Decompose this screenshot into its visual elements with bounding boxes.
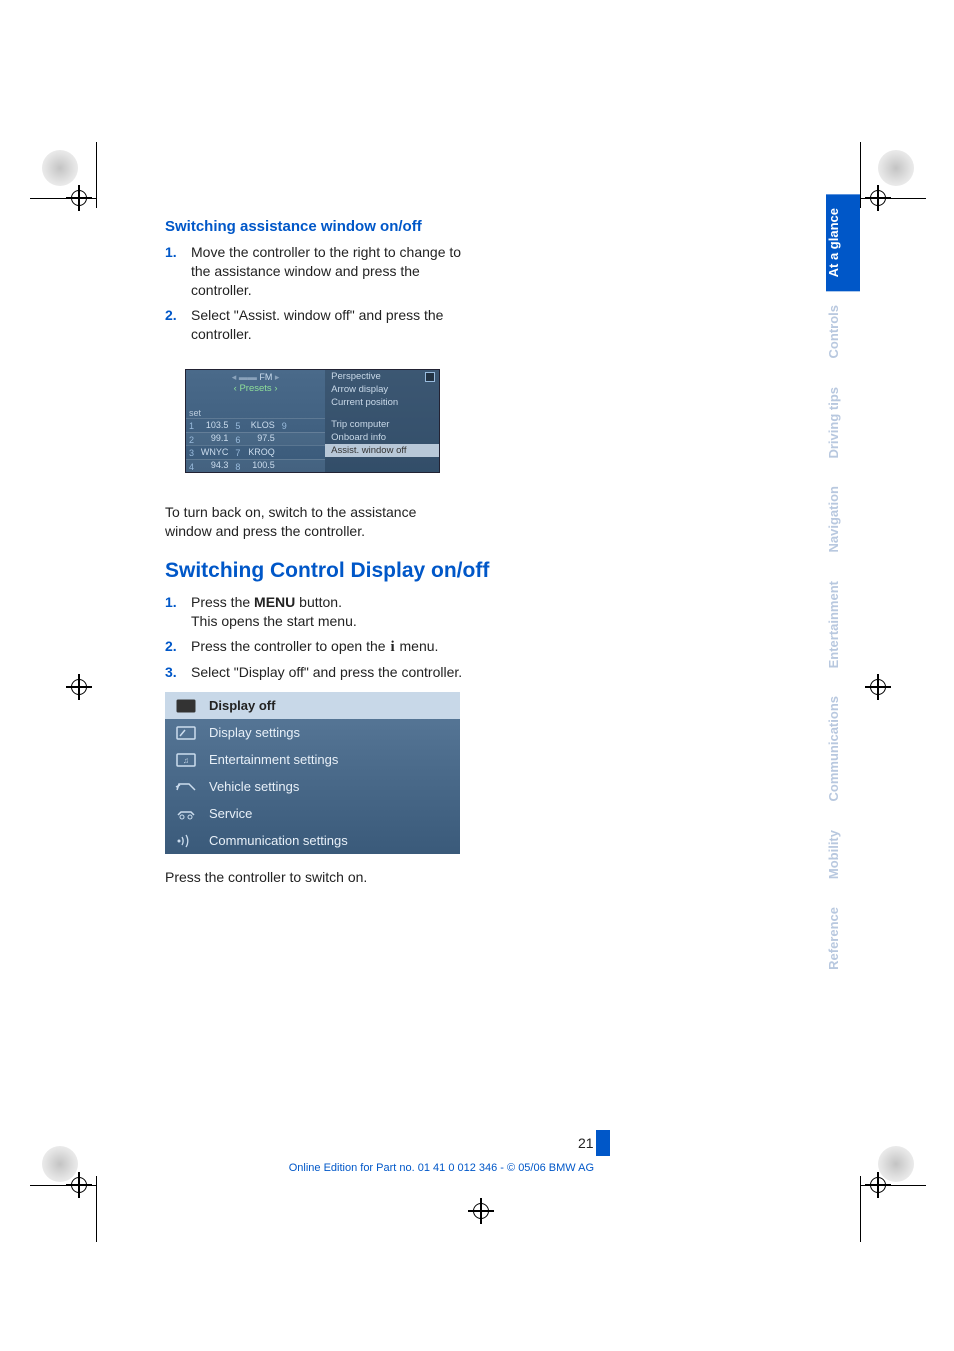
display-steps: Press the MENU button. This opens the st… xyxy=(165,593,465,682)
tab-mobility[interactable]: Mobility xyxy=(826,816,860,893)
display-note: Press the controller to switch on. xyxy=(165,868,465,887)
display-off-icon xyxy=(175,698,197,714)
assist-window-screenshot: ◂ ▬▬ FM ▸ ‹ Presets › set Perspective Ar… xyxy=(165,353,460,489)
info-i-icon: i xyxy=(390,637,394,657)
page-content: Switching assistance window on/off Move … xyxy=(165,218,625,899)
service-icon xyxy=(175,806,197,822)
tab-entertainment[interactable]: Entertainment xyxy=(826,567,860,682)
heading-control-display: Switching Control Display on/off xyxy=(165,559,625,583)
display-step-3: Select "Display off" and press the contr… xyxy=(165,663,465,682)
page-number: 21 xyxy=(578,1135,594,1151)
page-number-bar xyxy=(596,1130,610,1156)
display-settings-icon xyxy=(175,725,197,741)
display-off-screenshot: Display off Display settings ♫ Entertain… xyxy=(165,692,460,854)
tab-at-a-glance[interactable]: At a glance xyxy=(826,194,860,291)
section-tabs: At a glance Controls Driving tips Naviga… xyxy=(826,194,860,984)
svg-text:♫: ♫ xyxy=(183,756,189,765)
entertainment-settings-icon: ♫ xyxy=(175,752,197,768)
assist-step-2: Select "Assist. window off" and press th… xyxy=(165,306,465,344)
display-step-2: Press the controller to open the i menu. xyxy=(165,637,465,657)
tab-communications[interactable]: Communications xyxy=(826,682,860,815)
vehicle-settings-icon xyxy=(175,779,197,795)
heading-assist-window: Switching assistance window on/off xyxy=(165,218,625,235)
tab-reference[interactable]: Reference xyxy=(826,893,860,984)
tab-driving-tips[interactable]: Driving tips xyxy=(826,373,860,473)
communication-settings-icon xyxy=(175,833,197,849)
assist-step-1: Move the controller to the right to chan… xyxy=(165,243,465,300)
assist-steps: Move the controller to the right to chan… xyxy=(165,243,465,343)
display-step-1: Press the MENU button. This opens the st… xyxy=(165,593,465,631)
tab-navigation[interactable]: Navigation xyxy=(826,472,860,566)
assist-note: To turn back on, switch to the assistanc… xyxy=(165,503,465,541)
footer-copyright: Online Edition for Part no. 01 41 0 012 … xyxy=(174,1162,594,1174)
tab-controls[interactable]: Controls xyxy=(826,291,860,372)
